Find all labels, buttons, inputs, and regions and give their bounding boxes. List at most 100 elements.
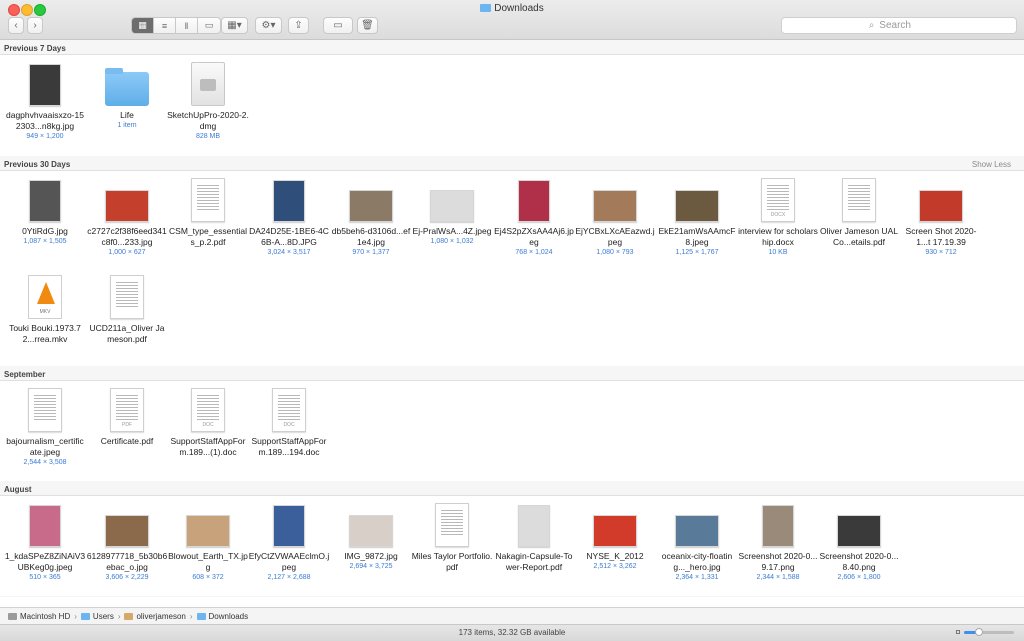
file-item[interactable]: Nakagin-Capsule-Tower-Report.pdf <box>493 499 575 573</box>
file-item[interactable]: Miles Taylor Portfolio.pdf <box>411 499 493 573</box>
file-info: 768 × 1,024 <box>515 249 553 256</box>
folder-item[interactable]: Life 1 item <box>86 58 168 131</box>
file-item[interactable]: Ej4S2pZXsAA4Aj6.jpeg 768 × 1,024 <box>493 174 575 258</box>
document-text-lines <box>278 395 300 421</box>
section-header: Previous 30 Days Show Less <box>0 156 1024 171</box>
vlc-cone-icon <box>37 282 55 304</box>
file-item[interactable]: 0YtiRdG.jpg 1,087 × 1,505 <box>4 174 86 247</box>
file-item[interactable]: 6128977718_5b30b6ebac_o.jpg 3,606 × 2,229 <box>86 499 168 583</box>
vlc-video-icon: MKV <box>28 275 62 319</box>
file-info: 2,127 × 2,688 <box>267 574 311 581</box>
action-menu-button[interactable]: ⚙▾ <box>255 17 282 34</box>
file-name: 6128977718_5b30b6ebac_o.jpg <box>86 551 168 572</box>
tag-button[interactable]: ▭ <box>323 17 353 34</box>
search-field[interactable]: ⌕ <box>781 17 1017 34</box>
slider-knob[interactable] <box>975 628 983 636</box>
column-view-icon: ‖ <box>184 20 189 31</box>
document-icon: PDF <box>110 388 144 432</box>
show-less-link[interactable]: Show Less <box>972 160 1011 169</box>
file-item[interactable]: Screen Shot 2020-1...t 17.19.39 930 × 712 <box>900 174 982 258</box>
icon-size-slider[interactable] <box>964 628 1014 636</box>
file-name: Screenshot 2020-0...9.17.png <box>738 551 818 572</box>
image-thumbnail <box>349 515 393 547</box>
file-item[interactable]: DOC SupportStaffAppForm.189...194.doc <box>248 384 330 458</box>
file-item[interactable]: IMG_9872.jpg 2,694 × 3,725 <box>330 499 412 572</box>
path-crumb[interactable]: Users <box>80 612 114 621</box>
column-view-button[interactable]: ‖ <box>176 18 198 33</box>
document-text-lines <box>197 185 219 211</box>
file-item[interactable]: EkE21amWsAAmcF8.jpeg 1,125 × 1,767 <box>656 174 738 258</box>
file-name: dagphvhvaaisxzo-152303...n8kg.jpg <box>6 110 84 131</box>
file-item[interactable]: Oliver Jameson UAL Co...etails.pdf <box>818 174 900 248</box>
file-item[interactable]: Ej-PralWsA...4Z.jpeg 1,080 × 1,032 <box>411 174 493 247</box>
gallery-view-button[interactable]: ▭ <box>198 18 220 33</box>
file-item[interactable]: DOCX interview for scholarship.docx 10 KB <box>737 174 819 258</box>
file-item[interactable]: CSM_type_essentials_p.2.pdf <box>167 174 249 248</box>
view-mode-control: ▦ ≡ ‖ ▭ <box>131 17 221 34</box>
icon-view-button[interactable]: ▦ <box>132 18 154 33</box>
file-item[interactable]: MKV Touki Bouki.1973.72...rrea.mkv <box>4 271 86 345</box>
file-info: 2,694 × 3,725 <box>349 563 393 570</box>
file-group-previous-30-days: Previous 30 Days Show Less 0YtiRdG.jpg 1,08… <box>0 156 1024 344</box>
file-item[interactable]: db5beh6-d3106d...ef1e4.jpg 970 × 1,377 <box>330 174 412 258</box>
file-item[interactable]: EjYCBxLXcAEazwd.jpeg 1,080 × 793 <box>574 174 656 258</box>
delete-button[interactable]: 🗑 <box>357 17 378 34</box>
file-item[interactable]: c2727c2f38f6eed341c8f0...233.jpg 1,000 × … <box>86 174 168 258</box>
file-item[interactable]: dagphvhvaaisxzo-152303...n8kg.jpg 949 × 1… <box>4 58 86 142</box>
image-thumbnail <box>29 180 61 222</box>
file-thumbnail <box>737 499 819 547</box>
list-view-button[interactable]: ≡ <box>154 18 176 33</box>
file-thumbnail <box>493 174 575 222</box>
document-icon <box>28 388 62 432</box>
file-name: IMG_9872.jpg <box>344 551 398 561</box>
image-thumbnail <box>593 190 637 222</box>
file-name: DA24D25E-1BE6-4C6B-A...8D.JPG <box>249 226 329 247</box>
image-thumbnail <box>29 64 61 106</box>
search-input[interactable] <box>879 20 930 31</box>
share-icon: ⇪ <box>294 20 303 31</box>
image-thumbnail <box>29 505 61 547</box>
file-item[interactable]: 1_kdaSPeZ8ZiNAiV3UBKeg0g.jpeg 510 × 365 <box>4 499 86 583</box>
file-thumbnail <box>330 499 412 547</box>
file-item[interactable]: NYSE_K_2012 2,512 × 3,262 <box>574 499 656 572</box>
file-item[interactable]: Screenshot 2020-0...8.40.png 2,606 × 1,80… <box>818 499 900 583</box>
file-thumbnail <box>248 174 330 222</box>
file-name: interview for scholarship.docx <box>738 226 818 247</box>
file-item[interactable]: Screenshot 2020-0...9.17.png 2,344 × 1,58… <box>737 499 819 583</box>
file-item[interactable]: bajournalism_certificate.jpeg 2,544 × 3,5… <box>4 384 86 468</box>
file-item[interactable]: UCD211a_Oliver Jameson.pdf <box>86 271 168 345</box>
file-name: bajournalism_certificate.jpeg <box>6 436 84 457</box>
document-text-lines <box>34 395 56 421</box>
file-thumbnail: PDF <box>86 384 168 432</box>
document-text-lines <box>848 185 870 211</box>
group-by-button[interactable]: ▦▾ <box>221 17 248 34</box>
image-thumbnail <box>518 505 550 547</box>
file-thumbnail <box>86 174 168 222</box>
chevron-left-icon: ‹ <box>14 20 18 31</box>
image-thumbnail <box>349 190 393 222</box>
file-thumbnail <box>4 58 86 106</box>
file-thumbnail <box>656 499 738 547</box>
file-name: oceanix-city-floating..._hero.jpg <box>661 551 733 572</box>
file-thumbnail <box>574 499 656 547</box>
file-item[interactable]: SketchUpPro-2020-2.dmg 828 MB <box>167 58 249 142</box>
path-crumb[interactable]: oliverjameson <box>124 612 186 621</box>
file-item[interactable]: DA24D25E-1BE6-4C6B-A...8D.JPG 3,024 × 3,5… <box>248 174 330 258</box>
path-crumb[interactable]: Macintosh HD <box>8 612 70 621</box>
share-button[interactable]: ⇪ <box>288 17 309 34</box>
file-item[interactable]: Blowout_Earth_TX.jpg 608 × 372 <box>167 499 249 583</box>
section-header: July <box>0 596 1024 597</box>
file-item[interactable]: DOC SupportStaffAppForm.189...(1).doc <box>167 384 249 458</box>
image-thumbnail <box>675 190 719 222</box>
file-name: Screenshot 2020-0...8.40.png <box>819 551 899 572</box>
file-thumbnail <box>86 271 168 319</box>
image-thumbnail <box>430 190 474 222</box>
file-info: 970 × 1,377 <box>352 249 390 256</box>
file-item[interactable]: EfyCtZVWAAEclmO.jpeg 2,127 × 2,688 <box>248 499 330 583</box>
file-item[interactable]: PDF Certificate.pdf <box>86 384 168 447</box>
path-crumb-label: Macintosh HD <box>20 611 71 621</box>
path-crumb[interactable]: Downloads <box>196 612 248 621</box>
forward-button[interactable]: › <box>27 17 43 34</box>
file-item[interactable]: oceanix-city-floating..._hero.jpg 2,364 ×… <box>656 499 738 583</box>
back-button[interactable]: ‹ <box>8 17 24 34</box>
